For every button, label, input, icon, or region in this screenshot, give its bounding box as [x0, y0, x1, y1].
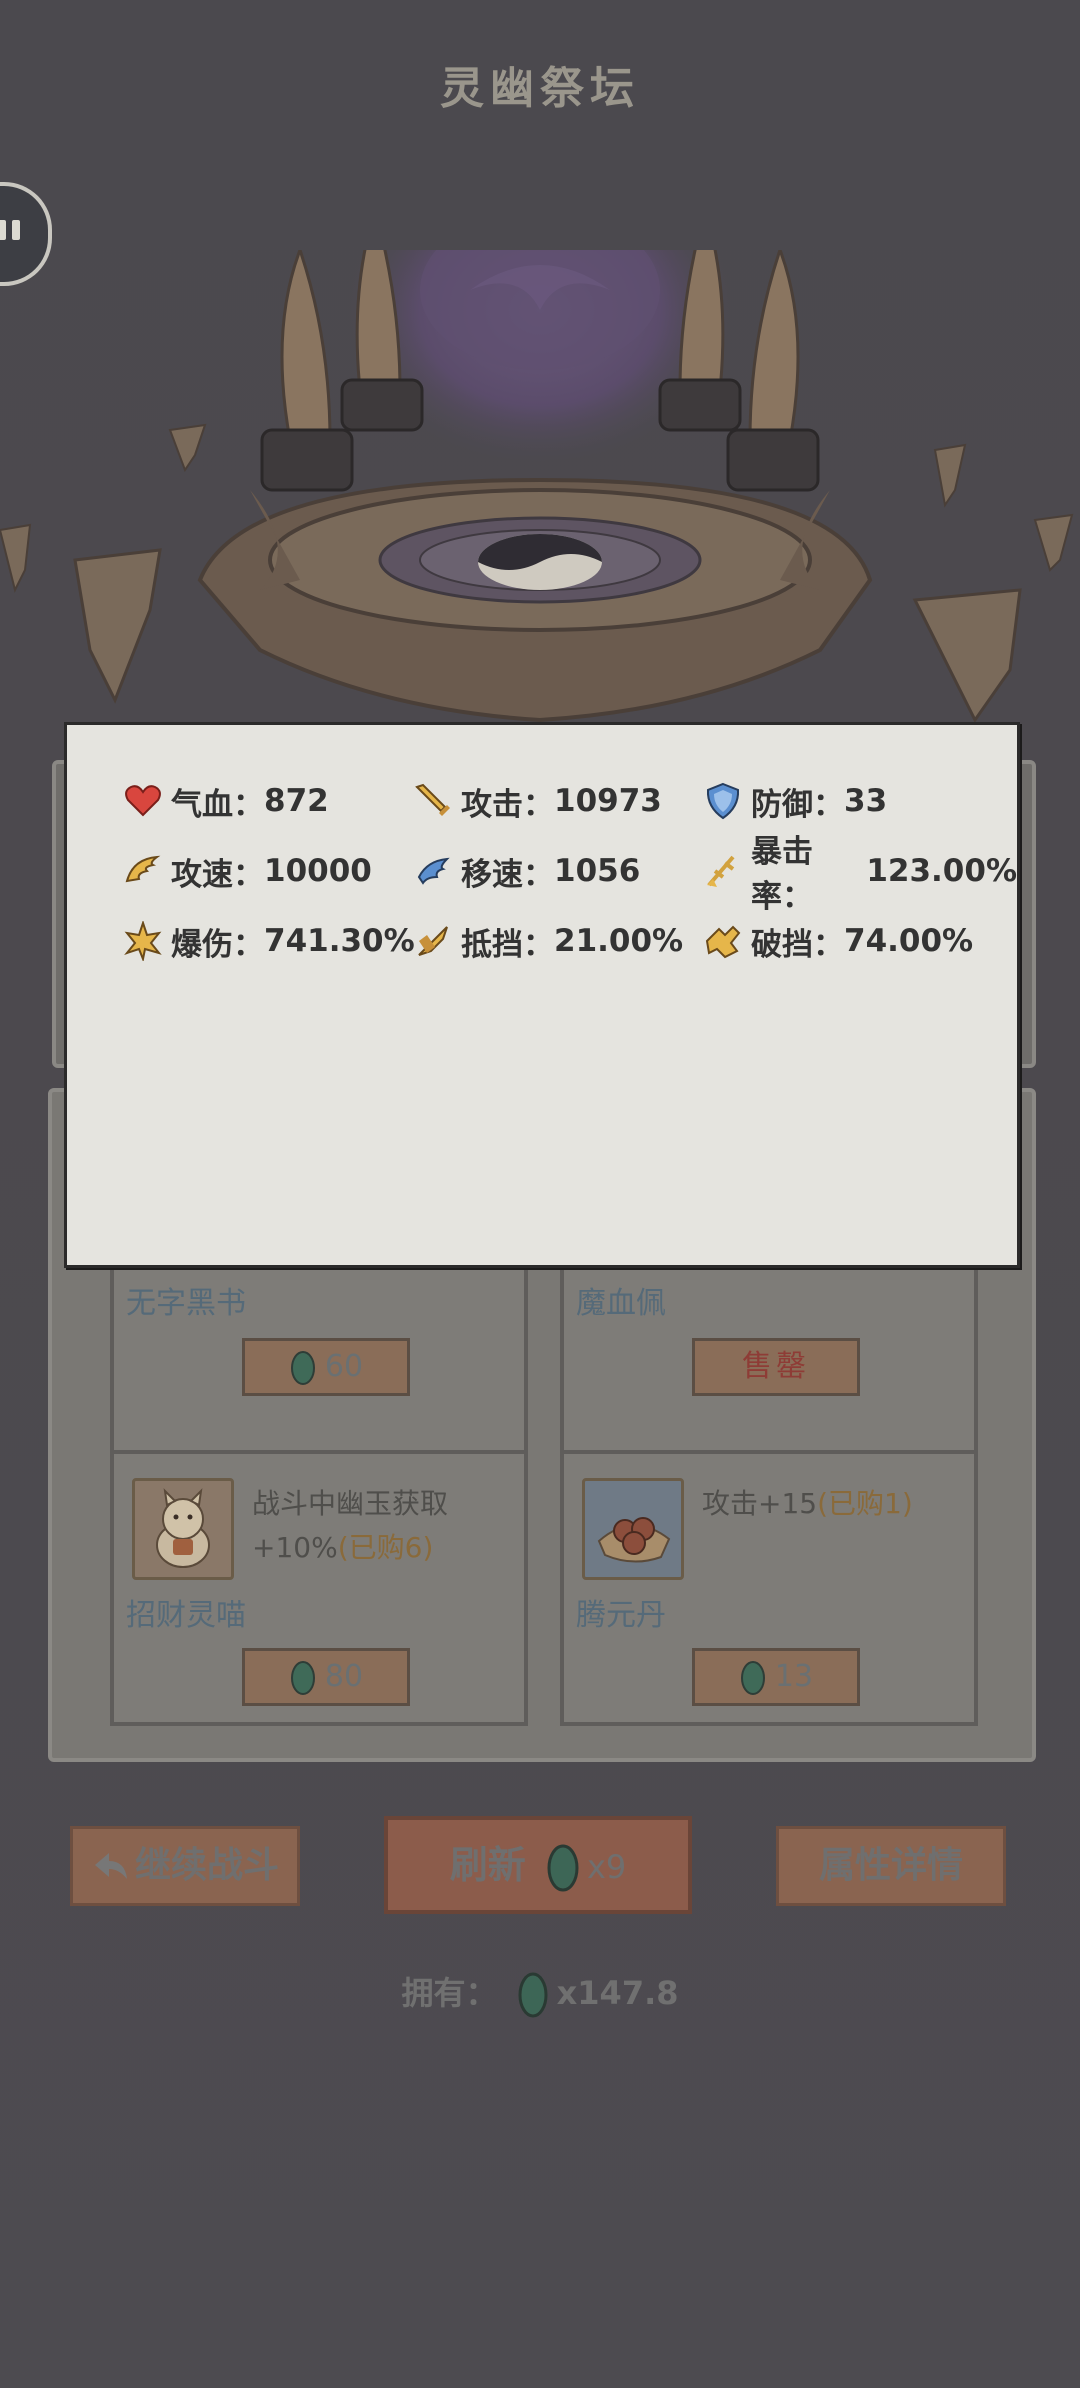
- stat-value: 74.00%: [844, 923, 974, 959]
- sold-out-label: 售罄: [742, 1349, 810, 1384]
- stat-label: 攻速：: [171, 856, 264, 893]
- stat-value: 741.30%: [264, 923, 415, 959]
- stat-hp: 气血： 872: [123, 779, 329, 823]
- stat-label: 防御：: [751, 786, 844, 823]
- break-icon: [705, 925, 741, 959]
- buy-button[interactable]: 60: [242, 1338, 410, 1396]
- item-description: 攻击+15(已购1): [702, 1482, 962, 1526]
- stats-popup[interactable]: 气血： 872 攻击： 10973 防御： 33 攻速： 10000 移速： 1056 暴…: [64, 722, 1020, 1268]
- stat-value: 10973: [554, 783, 662, 819]
- item-name: 招财灵喵: [126, 1598, 246, 1633]
- buy-button[interactable]: 80: [242, 1648, 410, 1706]
- stat-label: 移速：: [461, 856, 554, 893]
- stat-attack-speed: 攻速： 10000: [123, 849, 372, 893]
- item-description: 战斗中幽玉获取+10%(已购6): [252, 1482, 512, 1570]
- shop-card-3[interactable]: 战斗中幽玉获取+10%(已购6) 招财灵喵 80: [110, 1450, 528, 1726]
- crit-icon: [707, 855, 735, 887]
- refresh-button[interactable]: 刷新 x9: [384, 1816, 692, 1914]
- continue-battle-label: 继续战斗: [134, 1845, 279, 1886]
- stat-value: 21.00%: [554, 923, 684, 959]
- wing-icon: [125, 855, 161, 883]
- item-name: 无字黑书: [126, 1286, 246, 1321]
- lucky-cat-icon: [156, 1488, 210, 1568]
- stat-block-break: 破挡： 74.00%: [703, 919, 973, 963]
- owned-label: 拥有：: [401, 1974, 498, 2012]
- attribute-details-button[interactable]: 属性详情: [776, 1826, 1006, 1906]
- price-value: 60: [324, 1349, 364, 1384]
- page-title: 灵幽祭坛: [440, 63, 640, 114]
- pause-icon: [0, 220, 6, 240]
- stat-value: 10000: [264, 853, 372, 889]
- explosion-icon: [124, 921, 162, 961]
- altar-illustration: [0, 250, 1074, 723]
- stat-crit-rate: 暴击率： 123.00%: [703, 834, 1017, 915]
- bought-count: (已购6): [337, 1531, 434, 1564]
- pill-icon: [597, 1517, 671, 1563]
- stat-label: 抵挡：: [461, 926, 554, 963]
- jade-icon: [290, 1660, 315, 1695]
- stat-label: 气血：: [171, 786, 264, 823]
- pause-icon-bar: [12, 220, 20, 240]
- jade-icon: [740, 1660, 765, 1695]
- stat-block: 抵挡： 21.00%: [413, 919, 683, 963]
- stat-value: 123.00%: [866, 853, 1017, 889]
- stat-label: 破挡：: [751, 926, 844, 963]
- stat-value: 872: [264, 783, 329, 819]
- stat-label: 暴击率：: [751, 834, 813, 915]
- attribute-details-label: 属性详情: [818, 1845, 963, 1886]
- stat-value: 1056: [554, 853, 641, 889]
- stat-label: 爆伤：: [171, 926, 264, 963]
- game-scene: 灵幽祭坛 无字黑书 60 魔血佩 售罄 战斗中幽玉获取+10%(已购6) 招财灵…: [0, 0, 1080, 2388]
- price-value: 80: [324, 1659, 364, 1694]
- boot-icon: [417, 857, 450, 885]
- stat-crit-damage: 爆伤： 741.30%: [123, 919, 415, 963]
- shield-icon: [706, 782, 740, 820]
- refresh-cost: x9: [586, 1848, 627, 1886]
- item-icon-frame: [132, 1478, 234, 1580]
- sold-out-button: 售罄: [692, 1338, 860, 1396]
- shop-card-4[interactable]: 攻击+15(已购1) 腾元丹 13: [560, 1450, 978, 1726]
- stat-value: 33: [844, 783, 888, 819]
- bought-count: (已购1): [817, 1487, 913, 1520]
- owned-currency: 拥有： x147.8: [0, 1968, 1080, 2019]
- buy-button[interactable]: 13: [692, 1648, 860, 1706]
- sword-icon: [415, 783, 450, 816]
- price-value: 13: [774, 1659, 814, 1694]
- desc-text: 攻击+15: [702, 1487, 818, 1520]
- refresh-label: 刷新: [449, 1843, 526, 1887]
- item-icon-frame: [582, 1478, 684, 1580]
- block-icon: [418, 926, 448, 956]
- stat-defense: 防御： 33: [703, 779, 887, 823]
- heart-icon: [125, 785, 161, 817]
- continue-battle-button[interactable]: 继续战斗: [70, 1826, 300, 1906]
- back-arrow-icon: [94, 1853, 127, 1879]
- item-name: 腾元丹: [576, 1598, 666, 1633]
- jade-icon: [290, 1350, 315, 1385]
- owned-value: x147.8: [556, 1974, 679, 2012]
- jade-icon: [547, 1844, 579, 1891]
- stat-attack: 攻击： 10973: [413, 779, 662, 823]
- stat-label: 攻击：: [461, 786, 554, 823]
- stat-move-speed: 移速： 1056: [413, 849, 640, 893]
- item-name: 魔血佩: [576, 1286, 666, 1321]
- jade-icon: [518, 1972, 548, 2018]
